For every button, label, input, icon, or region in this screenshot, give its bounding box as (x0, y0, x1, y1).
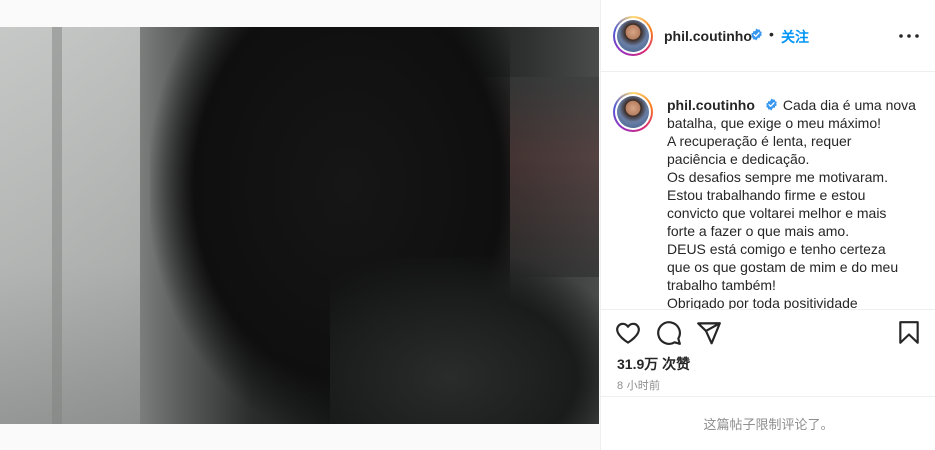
caption-line: Cada dia é uma nova (782, 97, 916, 113)
caption-line: DEUS está comigo e tenho certeza (667, 241, 886, 257)
paper-plane-icon[interactable] (696, 320, 722, 346)
caption-username[interactable]: phil.coutinho (667, 97, 755, 113)
caption-line: Os desafios sempre me motivaram. (667, 169, 888, 185)
caption-line: forte a fazer o que mais amo. (667, 223, 850, 239)
follow-button[interactable]: 关注 (781, 27, 809, 47)
caption-section[interactable]: phil.coutinho Cada dia é uma nova batalh… (601, 72, 935, 309)
caption-line: A recuperação é lenta, requer (667, 133, 852, 149)
comment-icon[interactable] (656, 320, 682, 346)
likes-count[interactable]: 31.9万 次赞 (617, 354, 690, 374)
header-username[interactable]: phil.coutinho (664, 28, 752, 44)
post-media (0, 0, 600, 450)
caption-first-line: phil.coutinho Cada dia é uma nova (667, 96, 922, 114)
more-options-icon[interactable] (897, 26, 921, 46)
avatar-image (617, 20, 649, 52)
post-timestamp[interactable]: 8 小时前 (617, 377, 660, 393)
caption-line: paciência e dedicação. (667, 151, 810, 167)
post-container: phil.coutinho • 关注 phil.coutinho Cada di… (0, 0, 935, 450)
verified-badge-icon (766, 98, 777, 111)
photo-window-light (0, 27, 140, 424)
post-header: phil.coutinho • 关注 (601, 0, 935, 72)
avatar[interactable] (613, 16, 653, 56)
caption-line: batalha, que exige o meu máximo! (667, 115, 882, 131)
caption-line: convicto que voltarei melhor e mais (667, 205, 887, 221)
caption-line: que os que gostam de mim e do meu (667, 259, 899, 275)
post-photo[interactable] (0, 27, 599, 424)
heart-icon[interactable] (615, 320, 641, 346)
bookmark-icon[interactable] (896, 320, 922, 346)
photo-silhouette-shoulder (330, 257, 599, 424)
post-sidebar: phil.coutinho • 关注 phil.coutinho Cada di… (600, 0, 935, 450)
caption-line: trabalho também! (667, 277, 776, 293)
avatar-image (617, 96, 649, 128)
divider (601, 396, 935, 397)
caption-text: phil.coutinho Cada dia é uma nova batalh… (667, 96, 922, 309)
separator-dot: • (769, 26, 774, 42)
photo-window-frame (52, 27, 62, 424)
verified-badge-icon (751, 28, 762, 41)
comments-disabled-notice: 这篇帖子限制评论了。 (703, 417, 834, 432)
caption-avatar[interactable] (613, 92, 653, 132)
caption-line: Estou trabalhando firme e estou (667, 187, 866, 203)
caption-line: Obrigado por toda positividade (667, 295, 858, 309)
